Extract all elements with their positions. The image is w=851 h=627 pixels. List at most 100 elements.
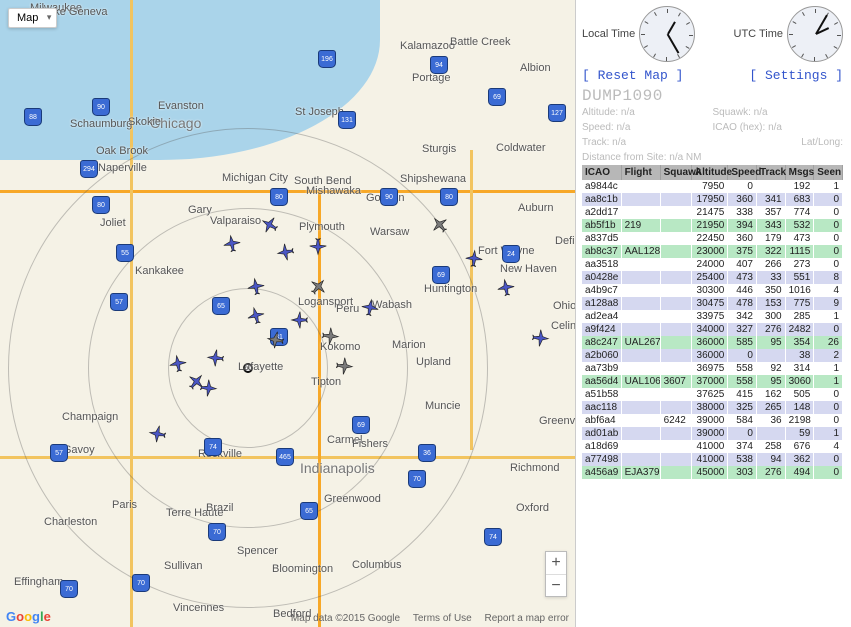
table-row[interactable]: a456a9EJA379450003032764940	[582, 466, 843, 479]
table-row[interactable]: a2b060360000382	[582, 349, 843, 362]
city-label: Effingham	[14, 576, 63, 588]
city-label: Richmond	[510, 462, 560, 474]
table-row[interactable]: ab8c37AAL12842300037532211150	[582, 245, 843, 258]
col-track[interactable]: Track	[756, 165, 785, 180]
table-row[interactable]: a837d5224503601794730	[582, 232, 843, 245]
map-type-dropdown[interactable]: Map	[8, 8, 57, 28]
map-report-link[interactable]: Report a map error	[485, 613, 569, 624]
city-label: Peru	[336, 303, 359, 315]
aircraft-icon[interactable]	[463, 248, 485, 270]
info-track: Track: n/a	[582, 135, 713, 150]
col-msgs[interactable]: Msgs	[785, 165, 814, 180]
city-label: Mishawaka	[306, 185, 361, 197]
table-row[interactable]: ad01ab390000591	[582, 427, 843, 440]
hwy-shield: 70	[60, 580, 78, 598]
aircraft-icon[interactable]	[529, 327, 551, 349]
col-altitude[interactable]: Altitude	[691, 165, 727, 180]
col-speed[interactable]: Speed	[728, 165, 757, 180]
hwy-shield: 74	[204, 438, 222, 456]
city-label: Lafayette	[238, 361, 283, 373]
col-flight[interactable]: Flight	[621, 165, 660, 180]
aircraft-icon[interactable]	[205, 347, 227, 369]
city-label: Ohio City	[553, 300, 576, 312]
local-clock	[639, 6, 695, 62]
city-label: Brazil	[206, 502, 234, 514]
city-label: Sullivan	[164, 560, 203, 572]
table-row[interactable]: a0428e25400473335518	[582, 271, 843, 284]
city-label: Defiance	[555, 235, 576, 247]
city-label: Bloomington	[272, 563, 333, 575]
aircraft-icon[interactable]	[146, 422, 169, 445]
col-icao[interactable]: ICAO	[582, 165, 621, 180]
aircraft-icon[interactable]	[244, 275, 267, 298]
table-row[interactable]: abf6a46242390005843621980	[582, 414, 843, 427]
city-label: Champaign	[62, 411, 118, 423]
info-grid: Altitude: n/a Squawk: n/a Speed: n/a ICA…	[582, 105, 843, 150]
aircraft-icon[interactable]	[220, 232, 243, 255]
table-row[interactable]: aac118380003252651480	[582, 401, 843, 414]
aircraft-icon[interactable]	[197, 377, 219, 399]
city-label: Savoy	[64, 444, 95, 456]
zoom-in-button[interactable]: +	[546, 552, 566, 574]
city-label: Auburn	[518, 202, 553, 214]
table-row[interactable]: ab5f1b219219503943435320	[582, 219, 843, 232]
hwy-shield: 80	[440, 188, 458, 206]
table-row[interactable]: a9844c795001921	[582, 180, 843, 193]
city-label: Michigan City	[222, 172, 288, 184]
city-label: Evanston	[158, 100, 204, 112]
city-label: Kankakee	[135, 265, 184, 277]
city-label: Indianapolis	[300, 460, 375, 476]
settings-link[interactable]: [ Settings ]	[749, 68, 843, 83]
table-row[interactable]: a7749841000538943620	[582, 453, 843, 466]
table-row[interactable]: a8c247UAL267360005859535426	[582, 336, 843, 349]
map-panel[interactable]: ChicagoIndianapolisMilwaukeeLake GenevaS…	[0, 0, 576, 627]
hwy-shield: 69	[352, 416, 370, 434]
info-squawk: Squawk: n/a	[713, 105, 844, 120]
table-row[interactable]: a128a8304754781537759	[582, 297, 843, 310]
map-surface[interactable]: ChicagoIndianapolisMilwaukeeLake GenevaS…	[0, 0, 575, 627]
col-seen[interactable]: Seen	[814, 165, 843, 180]
aircraft-icon[interactable]	[319, 325, 341, 347]
aircraft-icon[interactable]	[333, 355, 355, 377]
hwy-shield: 55	[116, 244, 134, 262]
table-row[interactable]: aa56d4UAL10603607370005589530601	[582, 375, 843, 388]
city-label: Marion	[392, 339, 426, 351]
hwy-shield: 127	[548, 104, 566, 122]
table-row[interactable]: a51b58376254151625050	[582, 388, 843, 401]
hwy-shield: 294	[80, 160, 98, 178]
hwy-shield: 131	[338, 111, 356, 129]
col-squawk[interactable]: Squawk	[660, 165, 691, 180]
aircraft-icon[interactable]	[166, 352, 189, 375]
city-label: Warsaw	[370, 226, 409, 238]
hwy-shield: 465	[276, 448, 294, 466]
aircraft-icon[interactable]	[290, 310, 310, 330]
aircraft-icon[interactable]	[308, 236, 328, 256]
aircraft-icon[interactable]	[494, 276, 517, 299]
aircraft-icon[interactable]	[264, 328, 287, 351]
city-label: Naperville	[98, 162, 147, 174]
hwy-shield: 36	[418, 444, 436, 462]
table-row[interactable]: a2dd17214753383577740	[582, 206, 843, 219]
city-label: Albion	[520, 62, 551, 74]
table-row[interactable]: aa3518240004072662730	[582, 258, 843, 271]
city-label: Greenwood	[324, 493, 381, 505]
aircraft-icon[interactable]	[274, 240, 297, 263]
zoom-out-button[interactable]: −	[546, 574, 566, 596]
hwy-shield: 90	[380, 188, 398, 206]
aircraft-icon[interactable]	[358, 296, 381, 319]
city-label: Oxford	[516, 502, 549, 514]
hwy-shield: 24	[502, 245, 520, 263]
hwy-shield: 57	[50, 444, 68, 462]
city-label: Valparaiso	[210, 215, 261, 227]
table-row[interactable]: a4b9c73030044635010164	[582, 284, 843, 297]
map-footer: Map data ©2015 Google Terms of Use Repor…	[6, 613, 569, 624]
info-altitude: Altitude: n/a	[582, 105, 713, 120]
map-terms-link[interactable]: Terms of Use	[413, 613, 472, 624]
table-row[interactable]: a18d69410003742586764	[582, 440, 843, 453]
reset-map-link[interactable]: [ Reset Map ]	[582, 68, 683, 83]
table-row[interactable]: aa8c1b179503603416830	[582, 193, 843, 206]
table-row[interactable]: a9f4243400032727624820	[582, 323, 843, 336]
table-row[interactable]: aa73b936975558923141	[582, 362, 843, 375]
utc-time-label: UTC Time	[734, 28, 784, 40]
table-row[interactable]: ad2ea4339753423002851	[582, 310, 843, 323]
